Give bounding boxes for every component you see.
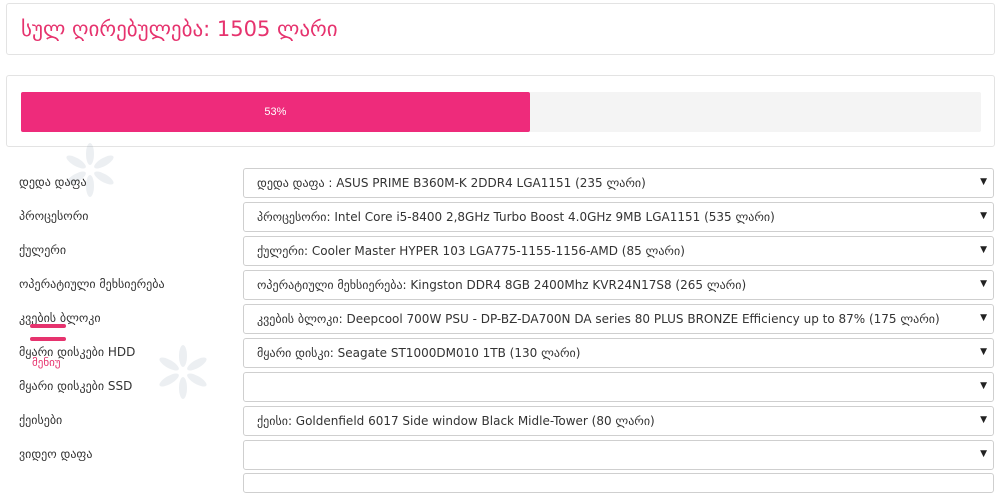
dropdown-arrow-icon: ▼ (980, 415, 987, 425)
dropdown-arrow-icon: ▼ (980, 381, 987, 391)
select-value: ქეისი: Goldenfield 6017 Side window Blac… (257, 414, 655, 428)
ssd-select[interactable]: ▼ (243, 372, 994, 402)
select-value: პროცესორი: Intel Core i5-8400 2,8GHz Tur… (257, 210, 775, 224)
component-label: პროცესორი (19, 209, 89, 223)
motherboard-select[interactable]: დედა დაფა : ASUS PRIME B360M-K 2DDR4 LGA… (243, 168, 994, 198)
component-label: ვიდეო დაფა (19, 447, 93, 461)
cpu-select[interactable]: პროცესორი: Intel Core i5-8400 2,8GHz Tur… (243, 202, 994, 232)
progress-bar: 53% (21, 92, 981, 132)
select-value: ქულერი: Cooler Master HYPER 103 LGA775-1… (257, 244, 685, 258)
menu-label: მენიუ (32, 356, 61, 369)
component-row-ram: ოპერატიული მეხსიერება ოპერატიული მეხსიერ… (0, 268, 997, 302)
component-label: ოპერატიული მეხსიერება (19, 277, 165, 291)
cooler-select[interactable]: ქულერი: Cooler Master HYPER 103 LGA775-1… (243, 236, 994, 266)
psu-select[interactable]: კვების ბლოკი: Deepcool 700W PSU - DP-BZ-… (243, 304, 994, 334)
select-value: დედა დაფა : ASUS PRIME B360M-K 2DDR4 LGA… (257, 176, 646, 190)
select-value: მყარი დისკი: Seagate ST1000DM010 1TB (13… (257, 346, 581, 360)
total-price-title: სულ ღირებულება: 1505 ლარი (21, 17, 338, 41)
dropdown-arrow-icon: ▼ (980, 313, 987, 323)
component-label: ქულერი (19, 243, 67, 257)
next-component-select[interactable] (243, 473, 994, 493)
dropdown-arrow-icon: ▼ (980, 245, 987, 255)
component-label: ქეისები (19, 413, 63, 427)
component-label: მყარი დისკები SSD (19, 379, 133, 393)
menu-bar-icon (30, 337, 66, 341)
component-label: კვების ბლოკი (19, 311, 101, 325)
gpu-select[interactable]: ▼ (243, 440, 994, 470)
progress-panel: 53% (6, 75, 995, 147)
component-row-motherboard: დედა დაფა დედა დაფა : ASUS PRIME B360M-K… (0, 166, 997, 200)
menu-button[interactable]: მენიუ (30, 324, 70, 370)
component-label: დედა დაფა (19, 175, 87, 189)
component-row-gpu: ვიდეო დაფა ▼ (0, 438, 997, 472)
dropdown-arrow-icon: ▼ (980, 177, 987, 187)
dropdown-arrow-icon: ▼ (980, 347, 987, 357)
select-value: ოპერატიული მეხსიერება: Kingston DDR4 8GB… (257, 278, 747, 292)
component-row-cpu: პროცესორი პროცესორი: Intel Core i5-8400 … (0, 200, 997, 234)
progress-fill: 53% (21, 92, 530, 132)
dropdown-arrow-icon: ▼ (980, 211, 987, 221)
dropdown-arrow-icon: ▼ (980, 449, 987, 459)
component-row-hdd: მყარი დისკები HDD მყარი დისკი: Seagate S… (0, 336, 997, 370)
total-panel: სულ ღირებულება: 1505 ლარი (6, 3, 995, 55)
component-row-case: ქეისები ქეისი: Goldenfield 6017 Side win… (0, 404, 997, 438)
ram-select[interactable]: ოპერატიული მეხსიერება: Kingston DDR4 8GB… (243, 270, 994, 300)
component-row-cooler: ქულერი ქულერი: Cooler Master HYPER 103 L… (0, 234, 997, 268)
progress-label: 53% (264, 106, 287, 118)
case-select[interactable]: ქეისი: Goldenfield 6017 Side window Blac… (243, 406, 994, 436)
hdd-select[interactable]: მყარი დისკი: Seagate ST1000DM010 1TB (13… (243, 338, 994, 368)
component-row-psu: კვების ბლოკი კვების ბლოკი: Deepcool 700W… (0, 302, 997, 336)
component-row-ssd: მყარი დისკები SSD ▼ (0, 370, 997, 404)
select-value: კვების ბლოკი: Deepcool 700W PSU - DP-BZ-… (257, 312, 940, 326)
dropdown-arrow-icon: ▼ (980, 279, 987, 289)
menu-bar-icon (30, 324, 66, 328)
